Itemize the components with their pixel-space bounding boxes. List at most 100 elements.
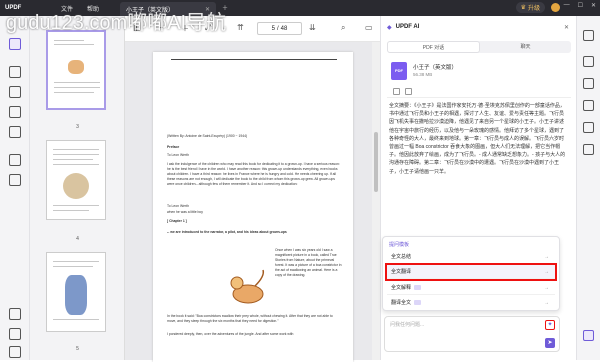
save-icon[interactable] xyxy=(583,122,594,133)
menu-item-explain[interactable]: 全文解释 → xyxy=(387,281,555,295)
menu-file[interactable]: 文件 xyxy=(54,4,80,13)
chapter-paragraph-3: I pondered deeply, then, over the advent… xyxy=(167,332,294,336)
copy-icon[interactable] xyxy=(393,88,400,95)
protect-icon[interactable] xyxy=(583,78,594,89)
close-ai-panel-icon[interactable]: ✕ xyxy=(564,24,569,31)
title-bar: UPDF 文件 帮助 小王子（英文版） ✕ ＋ ♛ 升级 — ☐ ✕ xyxy=(0,0,600,16)
file-size: 56.38 MB xyxy=(413,72,433,77)
ai-panel-header: ◆ UPDF AI ✕ xyxy=(381,16,577,38)
send-icon[interactable]: ➤ xyxy=(545,338,555,348)
ai-panel-title: UPDF AI xyxy=(395,24,420,30)
pdf-file-icon: PDF xyxy=(391,62,407,80)
chapter-heading: [ Chapter 1 ] xyxy=(167,219,187,223)
file-name: 小王子（英文版） xyxy=(413,65,458,71)
convert-tool-icon[interactable] xyxy=(583,56,594,67)
last-page-icon[interactable]: ⇊ xyxy=(309,23,316,32)
document-tab[interactable]: 小王子（英文版） ✕ xyxy=(120,2,216,16)
ai-logo-icon: ◆ xyxy=(387,24,392,31)
scrollbar-thumb[interactable] xyxy=(374,132,378,192)
tab-pdf-chat[interactable]: PDF 对话 xyxy=(387,41,480,53)
ai-input-box[interactable]: 问我任何问题... ✦ ➤ xyxy=(384,316,560,352)
ai-assistant-icon[interactable] xyxy=(583,330,594,341)
prompt-template-menu: 提问模板 全文总结 → 全文翻译 → 全文解释 → 翻译全文 → xyxy=(382,236,560,311)
page-number-5: 5 xyxy=(76,346,79,352)
zoom-in-icon[interactable]: ＋ xyxy=(181,23,189,34)
ocr-icon[interactable] xyxy=(9,174,21,186)
crown-icon: ♛ xyxy=(520,5,526,11)
ocr-tool-icon[interactable] xyxy=(583,30,594,41)
prompt-menu-title: 提问模板 xyxy=(389,242,410,248)
sidebar-toggle-icon[interactable]: ◧ xyxy=(133,23,141,32)
ai-input-placeholder: 问我任何问题... xyxy=(390,322,425,328)
chat-icon[interactable]: ▭ xyxy=(365,23,373,32)
convert-icon[interactable] xyxy=(9,154,21,166)
page-number-3: 3 xyxy=(76,124,79,130)
comment-icon[interactable] xyxy=(9,86,21,98)
ai-tabs: PDF 对话 聊天 xyxy=(387,41,571,53)
arrow-right-icon: → xyxy=(544,300,549,306)
preface-heading: Preface xyxy=(167,145,180,149)
chapter-intro: -- we are introduced to the narrator, a … xyxy=(167,230,287,234)
chapter-paragraph-1: Once when I was six years old I saw a ma… xyxy=(275,248,342,277)
file-actions xyxy=(393,88,412,95)
app-logo: UPDF xyxy=(5,5,22,11)
thumbnail-page-5[interactable] xyxy=(46,252,106,332)
reader-icon[interactable] xyxy=(9,66,21,78)
close-icon[interactable]: ✕ xyxy=(591,2,596,9)
arrow-right-icon: → xyxy=(544,254,549,260)
dedication-line: (Written By: Antoine de Saint-Exupéry) (… xyxy=(167,134,248,138)
page-indicator[interactable]: 5 / 48 xyxy=(257,22,302,35)
document-tab-title: 小王子（英文版） xyxy=(126,7,175,14)
right-toolbar xyxy=(576,16,600,360)
thumbnail-page-4[interactable] xyxy=(46,140,106,220)
to-leon: To Leon Werth xyxy=(167,153,189,157)
menu-help[interactable]: 帮助 xyxy=(80,4,106,13)
ai-summary-text: 全文摘要：《小王子》是法国作家安托万·德·圣埃克苏佩里创作的一部童话作品，书中通… xyxy=(389,103,566,175)
share-icon[interactable] xyxy=(583,100,594,111)
chip-icon xyxy=(414,285,422,291)
file-card: PDF 小王子（英文版） 56.38 MB xyxy=(387,58,571,98)
search-icon[interactable]: ⌕ xyxy=(341,23,345,33)
arrow-right-icon: → xyxy=(544,285,549,291)
bookmark-icon[interactable] xyxy=(9,328,21,340)
edit-icon[interactable] xyxy=(9,106,21,118)
page-top-rule xyxy=(171,59,337,60)
thumbnail-icon[interactable] xyxy=(9,38,21,50)
to-leon-second: To Leon Werth xyxy=(167,204,189,208)
upgrade-label: 升级 xyxy=(527,6,540,12)
attachment-icon[interactable] xyxy=(9,346,21,358)
pdf-page: (Written By: Antoine de Saint-Exupéry) (… xyxy=(153,52,353,362)
close-tab-icon[interactable]: ✕ xyxy=(205,6,210,13)
minimize-icon[interactable]: — xyxy=(564,2,570,9)
menu-item-translate-full[interactable]: 翻译全文 → xyxy=(387,296,555,310)
chip-icon xyxy=(414,300,422,306)
arrow-right-icon: → xyxy=(544,269,549,275)
document-view: (Written By: Antoine de Saint-Exupéry) (… xyxy=(125,42,380,362)
new-tab-icon[interactable]: ＋ xyxy=(222,3,228,12)
organize-icon[interactable] xyxy=(9,126,21,138)
document-scrollbar[interactable] xyxy=(372,42,380,360)
maximize-icon[interactable]: ☐ xyxy=(578,2,583,9)
mail-icon[interactable] xyxy=(583,144,594,155)
tab-chat[interactable]: 聊天 xyxy=(480,41,571,53)
thumbnail-page-3[interactable] xyxy=(46,30,106,110)
menu-item-translate[interactable]: 全文翻译 → xyxy=(385,263,557,281)
prompt-template-button[interactable]: ✦ xyxy=(545,320,555,330)
layers-icon[interactable] xyxy=(9,308,21,320)
zoom-out-icon[interactable]: − xyxy=(159,23,164,32)
upgrade-button[interactable]: ♛ 升级 xyxy=(515,2,545,13)
left-toolbar xyxy=(0,16,30,360)
menu-item-summarize[interactable]: 全文总结 → xyxy=(387,250,555,264)
fit-page-icon[interactable]: ⤢ xyxy=(205,23,211,33)
refresh-icon[interactable] xyxy=(405,88,412,95)
document-toolbar: ◧ − ＋ ⤢ ⇈ 5 / 48 ⇊ ⌕ ▭ xyxy=(125,16,380,42)
boa-illustration xyxy=(230,269,265,304)
total-pages: 48 xyxy=(280,25,288,32)
first-page-icon[interactable]: ⇈ xyxy=(237,23,244,32)
current-page-input[interactable]: 5 xyxy=(272,26,275,32)
avatar[interactable] xyxy=(551,3,560,12)
preface-paragraph: I ask the indulgence of the children who… xyxy=(167,162,340,186)
when-boy: when he was a little boy xyxy=(167,210,203,214)
chapter-paragraph-2: In the book it said: "Boa constrictors s… xyxy=(167,314,333,323)
page-number-4: 4 xyxy=(76,236,79,242)
